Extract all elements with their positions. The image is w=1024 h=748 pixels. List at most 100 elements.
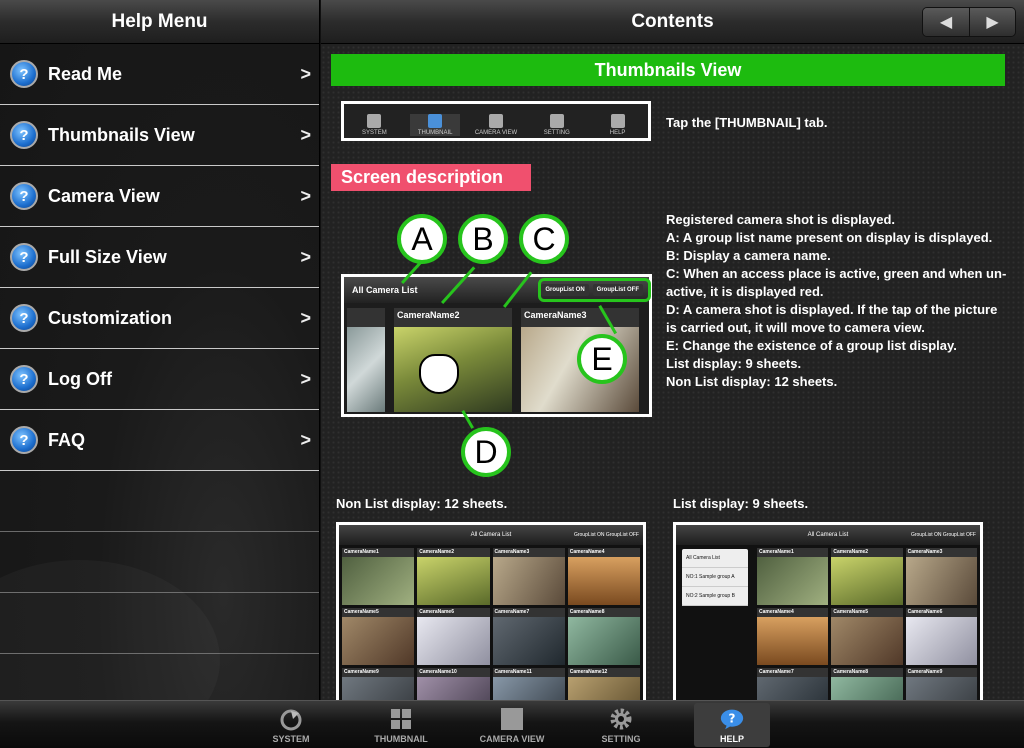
camera-name: CameraName6 [419,609,454,615]
page-nav-control: ◀ ▶ [922,7,1016,37]
tab-system[interactable]: SYSTEM [253,703,329,747]
group-list-item: All Camera List [682,549,748,568]
preview-tab-label: SYSTEM [362,130,387,136]
camera-name: CameraName2 [419,549,454,555]
grid-header: All Camera List GroupList ON GroupList O… [339,525,643,545]
chevron-right-icon: > [300,368,311,389]
grid-header-title: All Camera List [470,532,512,538]
camera-name: CameraName6 [907,609,943,615]
camera-tile [347,308,385,412]
menu-item-label: Full Size View [48,246,167,267]
help-circle-icon: ? [10,426,38,454]
chevron-right-icon: > [300,63,311,84]
menu-item-faq[interactable]: ? FAQ > [0,410,319,471]
menu-item-customization[interactable]: ? Customization > [0,288,319,349]
marker-d: D [461,427,511,477]
description-line: Non List display: 12 sheets. [666,374,838,389]
menu-item-label: Thumbnails View [48,124,195,145]
empty-row [0,593,319,654]
grid-camera-tile: CameraName1 [342,548,415,605]
tab-help[interactable]: ? HELP [694,703,770,747]
help-circle-icon: ? [10,60,38,88]
camera-name: CameraName11 [494,669,532,675]
marker-e: E [577,334,627,384]
grid-camera-tile: CameraName5 [831,608,903,665]
camera-name: CameraName2 [397,310,460,320]
camera-name: CameraName1 [344,549,379,555]
marker-c: C [519,214,569,264]
description-line: E: Change the existence of a group list … [666,338,957,353]
tab-label: SYSTEM [272,734,310,744]
tap-hand-icon [419,354,459,394]
grid-camera-tile: CameraName4 [757,608,829,665]
camera-name: CameraName3 [524,310,587,320]
grid-camera-tile: CameraName10 [417,668,490,700]
screen-description-label: Screen description [331,164,531,191]
menu-item-thumbnails-view[interactable]: ? Thumbnails View > [0,105,319,166]
group-list-item: NO:1 Sample group A [682,568,748,587]
menu-item-full-size-view[interactable]: ? Full Size View > [0,227,319,288]
menu-item-log-off[interactable]: ? Log Off > [0,349,319,410]
grid-camera-tile: CameraName12 [567,668,640,700]
help-icon: ? [720,707,744,731]
camera-name: CameraName7 [494,609,530,615]
camera-name: CameraName10 [419,669,457,675]
empty-row [0,532,319,593]
thumbnail-icon [389,707,413,731]
camera-grid: CameraName1 CameraName2 CameraName3 Came… [754,545,980,700]
grid-header: All Camera List GroupList ON GroupList O… [676,525,980,545]
camera-name: CameraName4 [569,549,605,555]
description-line: List display: 9 sheets. [666,356,802,371]
tab-label: SETTING [601,734,641,744]
grid-camera-tile: CameraName4 [567,548,640,605]
marker-a: A [397,214,447,264]
group-list-item: NO:2 Sample group B [682,587,748,606]
grid-camera-tile: CameraName2 [831,548,903,605]
non-list-display-label: Non List display: 12 sheets. [336,496,508,511]
camera-name: CameraName8 [833,669,869,675]
menu-item-camera-view[interactable]: ? Camera View > [0,166,319,227]
tab-thumbnail[interactable]: THUMBNAIL [363,703,439,747]
tab-label: CAMERA VIEW [479,734,545,744]
menu-item-read-me[interactable]: ? Read Me > [0,44,319,105]
grid-camera-tile: CameraName3 [905,548,977,605]
preview-tab-label: HELP [609,130,626,136]
tab-bar-preview-image: SYSTEM THUMBNAIL CAMERA VIEW SETTING HEL… [341,101,651,141]
description-line: B: Display a camera name. [666,248,831,263]
camera-grid: CameraName1 CameraName2 CameraName3 Came… [339,545,643,700]
camera-name: CameraName3 [907,549,943,555]
description-line: Registered camera shot is displayed. [666,212,896,227]
help-circle-icon: ? [10,182,38,210]
camera-name: CameraName9 [344,669,379,675]
section-title: Thumbnails View [331,54,1005,86]
contents-titlebar: Contents ◀ ▶ [321,0,1024,44]
camera-name: CameraName9 [907,669,943,675]
bottom-tab-bar: SYSTEM THUMBNAIL CAMERA VIEW SETTING ? H… [0,700,1024,748]
menu-item-label: Log Off [48,368,112,389]
grid-camera-tile: CameraName7 [492,608,565,665]
tab-setting[interactable]: SETTING [583,703,659,747]
screen-description-text: Registered camera shot is displayed. A: … [666,211,1011,391]
menu-item-label: Camera View [48,185,160,206]
help-circle-icon: ? [10,304,38,332]
preview-tab-label: SETTING [543,130,570,136]
grid-camera-tile: CameraName2 [417,548,490,605]
preview-tab: THUMBNAIL [410,114,461,136]
help-circle-icon: ? [10,243,38,271]
empty-row [0,471,319,532]
menu-item-label: FAQ [48,429,86,450]
grid-camera-tile: CameraName1 [757,548,829,605]
preview-tab: CAMERA VIEW [471,114,521,136]
contents-pane[interactable]: Contents ◀ ▶ Thumbnails View SYSTEM THUM… [321,0,1024,700]
shot-header-title: All Camera List [352,285,418,295]
chevron-right-icon: > [300,124,311,145]
grouplist-highlight [538,278,651,302]
grid-grouplist-toggle: GroupList ON GroupList OFF [573,532,639,538]
prev-page-button[interactable]: ◀ [923,8,969,36]
camera-name: CameraName5 [833,609,869,615]
tab-camera-view[interactable]: CAMERA VIEW [474,703,550,747]
grid-camera-tile: CameraName7 [757,668,829,700]
preview-tab-label: CAMERA VIEW [474,130,518,136]
camera-view-icon [500,707,524,731]
next-page-button[interactable]: ▶ [969,8,1015,36]
